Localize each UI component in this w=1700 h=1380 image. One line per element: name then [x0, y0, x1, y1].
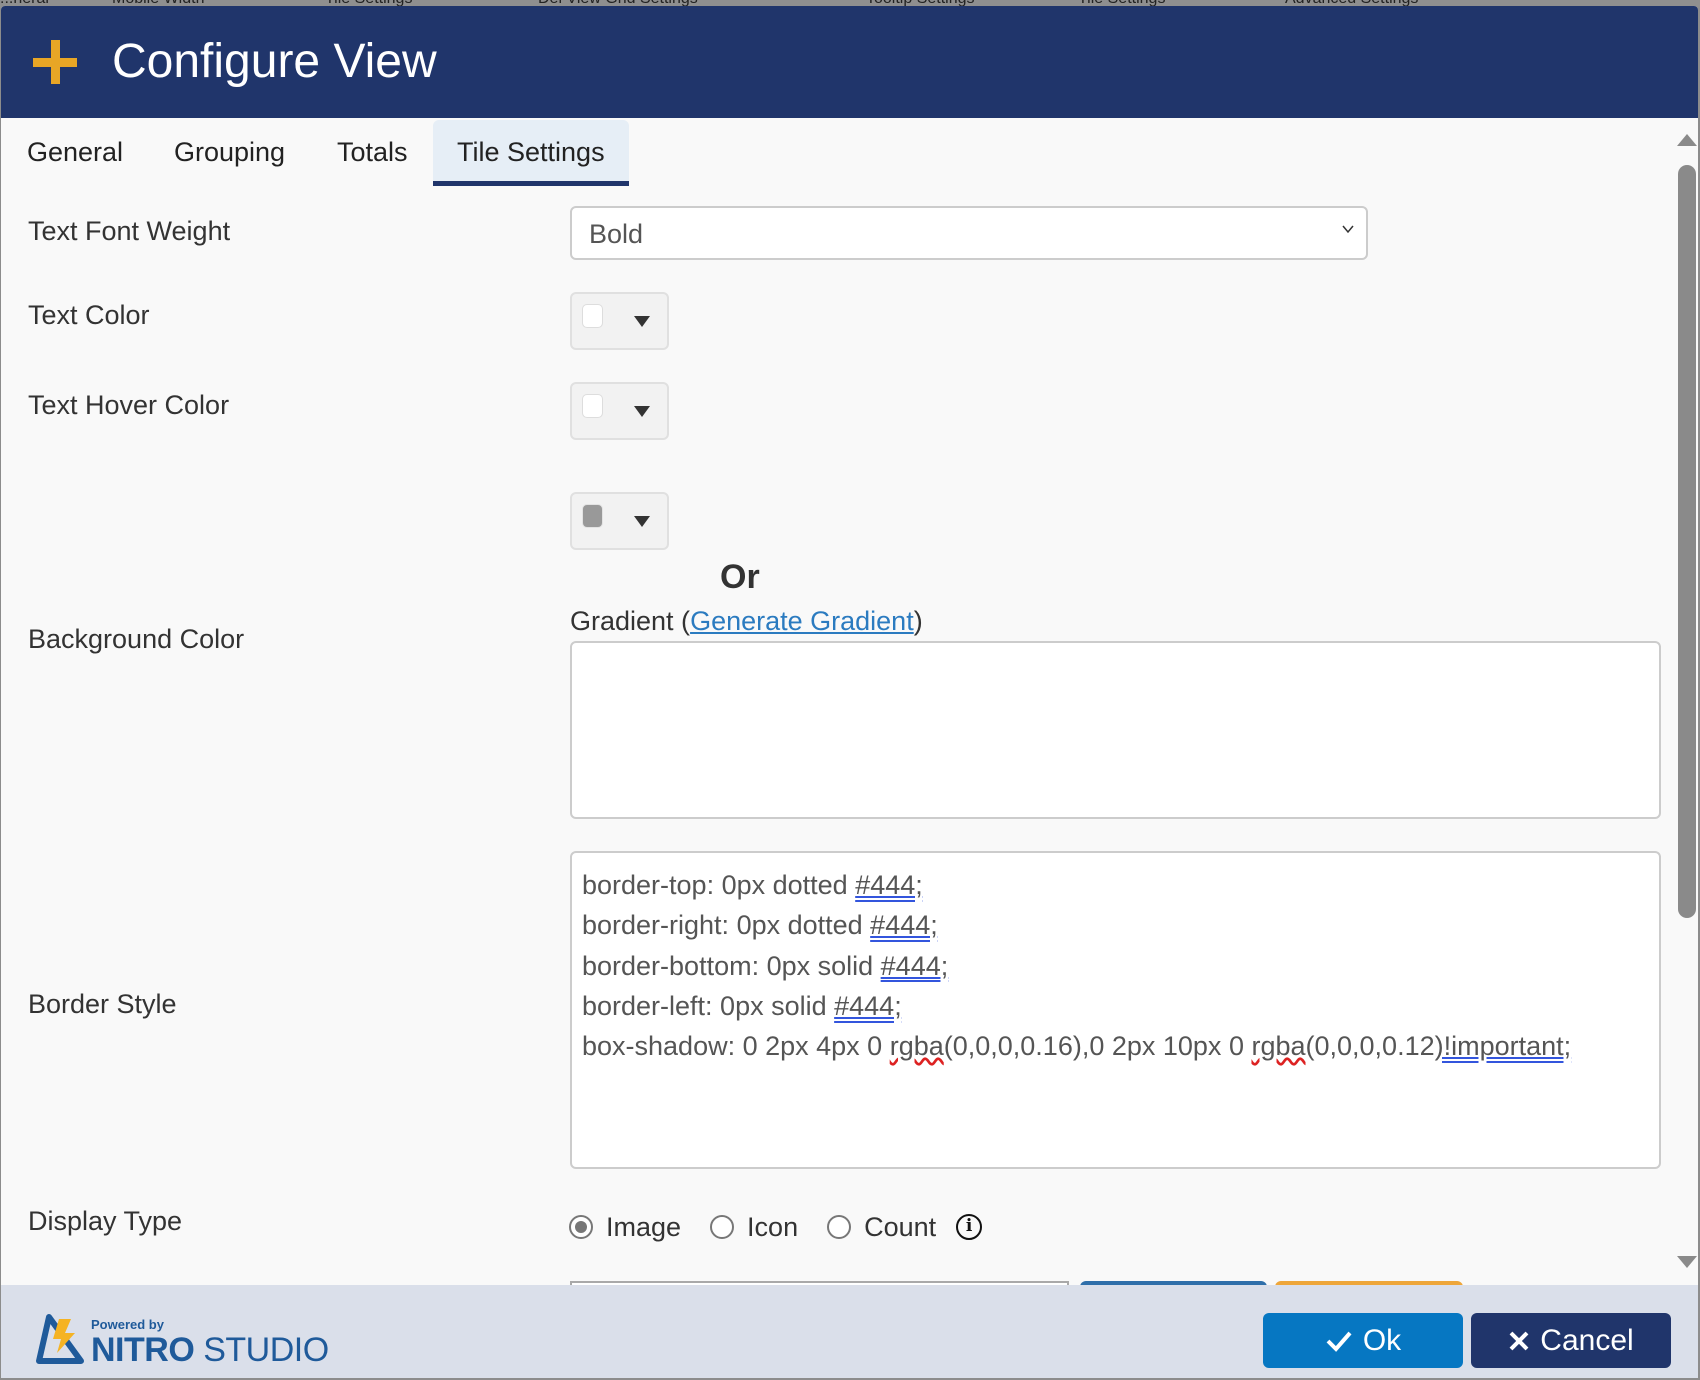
- radio-image-label[interactable]: Image: [606, 1212, 681, 1243]
- border-style-textarea[interactable]: border-top: 0px dotted #444; border-righ…: [570, 851, 1661, 1169]
- dialog-header: Configure View: [1, 6, 1698, 118]
- tab-bar: General Grouping Totals Tile Settings: [1, 120, 1698, 188]
- text-hover-color-label: Text Hover Color: [28, 390, 230, 420]
- chevron-down-icon: [1342, 225, 1354, 234]
- generate-gradient-link[interactable]: Generate Gradient: [690, 606, 914, 636]
- caret-down-icon: [634, 516, 650, 527]
- close-icon: [1509, 1331, 1529, 1350]
- tab-tile-settings[interactable]: Tile Settings: [433, 120, 629, 186]
- radio-icon[interactable]: [710, 1215, 735, 1239]
- nitro-studio-logo: Powered by NITRO STUDIO: [35, 1313, 335, 1370]
- gradient-suffix: ): [913, 606, 923, 636]
- cancel-button[interactable]: Cancel: [1471, 1313, 1671, 1368]
- gradient-label: Gradient (Generate Gradient): [570, 606, 923, 637]
- scroll-down-arrow[interactable]: [1677, 1256, 1697, 1268]
- ok-button[interactable]: Ok: [1263, 1313, 1463, 1368]
- spellcheck-word: rgba: [1251, 1031, 1306, 1062]
- important-flag: )!important;: [1434, 1031, 1572, 1062]
- css-text: (0,0,0,0.16),0 2px 10px 0: [943, 1031, 1252, 1062]
- css-line: border-top: 0px dotted #444;: [582, 865, 1649, 905]
- radio-count[interactable]: [827, 1215, 852, 1239]
- caret-down-icon: [634, 406, 650, 417]
- display-type-radio-group: Image Icon Count i: [569, 1207, 983, 1247]
- powered-by-text: Powered by: [91, 1317, 164, 1332]
- brand-name: NITRO STUDIO: [91, 1331, 329, 1370]
- border-style-label: Border Style: [28, 989, 177, 1019]
- tab-general[interactable]: General: [3, 120, 147, 184]
- color-value: #444;: [855, 870, 923, 900]
- css-line: border-right: 0px dotted #444;: [582, 905, 1649, 945]
- tab-totals[interactable]: Totals: [313, 120, 432, 184]
- gradient-prefix: Gradient (: [570, 606, 691, 636]
- configure-view-dialog: Configure View General Grouping Totals T…: [1, 6, 1698, 1378]
- or-separator: Or: [720, 558, 760, 596]
- gradient-textarea[interactable]: [570, 641, 1661, 819]
- cancel-label: Cancel: [1540, 1323, 1634, 1357]
- text-font-weight-label: Text Font Weight: [28, 216, 231, 246]
- color-swatch: [582, 304, 603, 328]
- text-color-label: Text Color: [28, 300, 150, 330]
- dialog-title: Configure View: [112, 35, 437, 88]
- brand-rest: STUDIO: [203, 1331, 329, 1369]
- caret-down-icon: [634, 316, 650, 327]
- dialog-footer: Powered by NITRO STUDIO Ok Cancel: [1, 1285, 1698, 1378]
- text-hover-color-picker[interactable]: [570, 382, 669, 440]
- tab-grouping[interactable]: Grouping: [150, 120, 309, 184]
- text-font-weight-select[interactable]: Bold: [570, 206, 1368, 260]
- check-icon: [1326, 1331, 1352, 1352]
- color-value: #444;: [834, 990, 902, 1021]
- display-type-label: Display Type: [28, 1206, 183, 1236]
- select-value: Bold: [589, 219, 644, 249]
- info-icon[interactable]: i: [956, 1214, 983, 1240]
- css-text: border-left: 0px solid: [582, 990, 835, 1021]
- color-swatch: [582, 504, 603, 528]
- text-color-picker[interactable]: [570, 292, 669, 350]
- spellcheck-word: rgba: [889, 1031, 944, 1062]
- css-text: (0,0,0,0.12: [1305, 1031, 1435, 1062]
- background-color-picker[interactable]: [570, 492, 669, 550]
- brand-bold: NITRO: [91, 1331, 195, 1369]
- css-text: border-top: 0px dotted: [582, 870, 856, 900]
- color-value: #444;: [870, 910, 938, 941]
- nitro-logo-icon: [36, 1314, 84, 1364]
- css-text: border-right: 0px dotted: [582, 910, 871, 941]
- scrollbar-thumb[interactable]: [1678, 165, 1696, 918]
- css-text: box-shadow: 0 2px 4px 0: [582, 1031, 890, 1062]
- color-swatch: [582, 394, 603, 418]
- css-line: border-left: 0px solid #444;: [582, 986, 1649, 1026]
- radio-icon-label[interactable]: Icon: [747, 1212, 798, 1243]
- plus-icon: [33, 40, 77, 84]
- css-text: border-bottom: 0px solid: [582, 950, 881, 981]
- radio-count-label[interactable]: Count: [864, 1212, 936, 1243]
- scroll-up-arrow[interactable]: [1677, 134, 1697, 146]
- radio-image[interactable]: [569, 1215, 593, 1239]
- css-line: box-shadow: 0 2px 4px 0 rgba(0,0,0,0.16)…: [582, 1026, 1649, 1066]
- background-color-label: Background Color: [28, 624, 245, 654]
- css-line: border-bottom: 0px solid #444;: [582, 946, 1649, 986]
- ok-label: Ok: [1362, 1323, 1402, 1357]
- color-value: #444;: [880, 950, 949, 981]
